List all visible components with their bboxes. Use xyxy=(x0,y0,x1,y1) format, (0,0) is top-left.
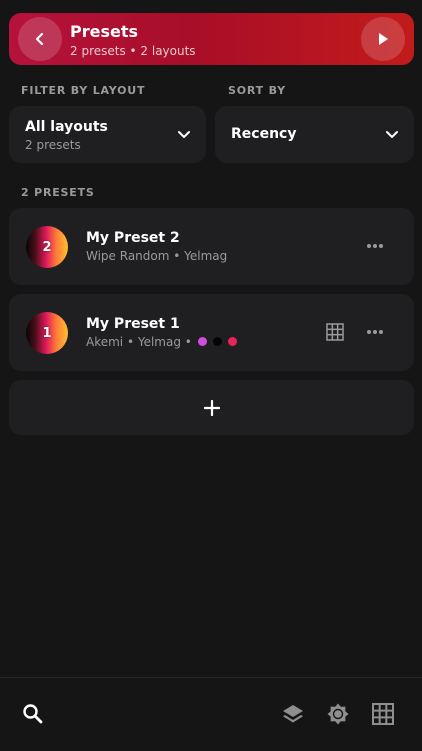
color-dot xyxy=(227,337,237,346)
sort-dropdown[interactable]: Recency xyxy=(215,106,414,163)
sort-by-label: SORT BY xyxy=(228,84,286,97)
color-dot xyxy=(197,337,207,346)
preset-avatar: 2 xyxy=(26,226,68,268)
preset-color-dots xyxy=(192,335,237,349)
chevron-down-icon xyxy=(178,131,190,138)
preset-card[interactable]: 1 My Preset 1 Akemi • Yelmag • xyxy=(9,294,414,371)
presets-count-label: 2 PRESETS xyxy=(21,186,95,199)
layout-filter-count: 2 presets xyxy=(25,138,81,152)
more-options-button[interactable] xyxy=(366,323,384,341)
sort-value: Recency xyxy=(231,126,297,142)
chevron-left-icon xyxy=(35,32,44,46)
preset-name: My Preset 1 xyxy=(86,316,180,332)
plus-icon xyxy=(203,399,220,416)
preset-name: My Preset 2 xyxy=(86,230,180,246)
page-title: Presets xyxy=(70,22,139,41)
grid-icon xyxy=(326,323,344,341)
back-button[interactable] xyxy=(18,17,62,61)
more-options-button[interactable] xyxy=(366,237,384,255)
play-button[interactable] xyxy=(361,17,405,61)
preset-details-row: Akemi • Yelmag • xyxy=(86,335,237,349)
search-icon xyxy=(23,704,43,724)
preset-details: Akemi • Yelmag • xyxy=(86,335,192,349)
presets-header: Presets 2 presets • 2 layouts xyxy=(9,13,414,65)
preset-number: 2 xyxy=(42,239,52,255)
page-subtitle: 2 presets • 2 layouts xyxy=(70,44,196,58)
chevron-down-icon xyxy=(386,131,398,138)
preset-avatar: 1 xyxy=(26,312,68,354)
grid-button[interactable] xyxy=(371,702,395,726)
preset-number: 1 xyxy=(42,325,52,341)
layout-filter-dropdown[interactable]: All layouts 2 presets xyxy=(9,106,206,163)
bottom-nav xyxy=(0,677,422,751)
grid-icon xyxy=(372,703,394,725)
more-horizontal-icon xyxy=(367,330,383,334)
color-dot xyxy=(212,337,222,346)
layers-icon xyxy=(283,705,303,723)
more-horizontal-icon xyxy=(367,244,383,248)
preset-card[interactable]: 2 My Preset 2 Wipe Random • Yelmag xyxy=(9,208,414,285)
filter-layout-label: FILTER BY LAYOUT xyxy=(21,84,146,97)
search-button[interactable] xyxy=(21,702,45,726)
brightness-icon xyxy=(327,703,349,725)
play-icon xyxy=(379,33,388,45)
layout-grid-button[interactable] xyxy=(326,323,344,341)
brightness-button[interactable] xyxy=(326,702,350,726)
add-preset-button[interactable] xyxy=(9,380,414,435)
preset-details: Wipe Random • Yelmag xyxy=(86,249,228,263)
layout-filter-value: All layouts xyxy=(25,119,108,135)
layers-button[interactable] xyxy=(281,702,305,726)
